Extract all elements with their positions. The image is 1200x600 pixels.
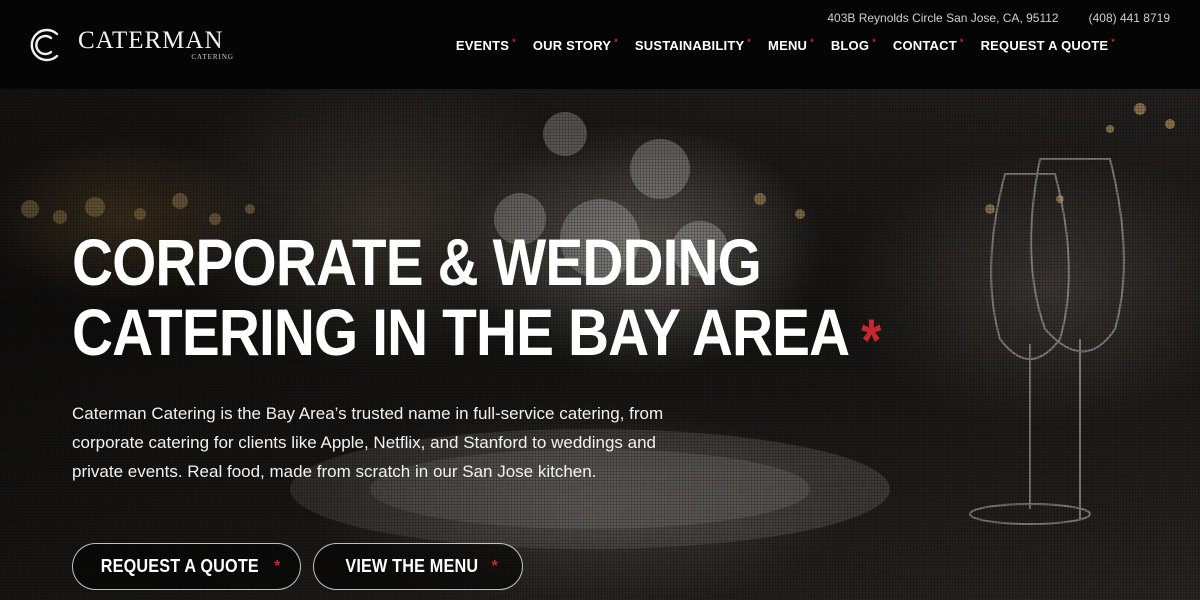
address-link[interactable]: 403B Reynolds Circle San Jose, CA, 95112 <box>827 11 1058 25</box>
brand-logo[interactable]: CATERMAN CATERING <box>29 25 238 65</box>
nav-item-events[interactable]: EVENTS * <box>455 37 516 54</box>
asterisk-marker: * <box>274 557 281 575</box>
hero-section: CORPORATE & WEDDING CATERING IN THE BAY … <box>0 89 1200 600</box>
asterisk-marker: * <box>959 37 964 47</box>
nav-item-menu[interactable]: MENU * <box>768 37 814 54</box>
brand-subtitle: CATERING <box>191 53 234 61</box>
asterisk-marker: * <box>810 37 814 47</box>
nav-item-label: REQUEST A QUOTE <box>980 38 1109 53</box>
button-label: VIEW THE MENU <box>345 556 479 576</box>
asterisk-marker: * <box>491 557 499 575</box>
brand-name: CATERMAN <box>78 27 224 54</box>
asterisk-marker: * <box>512 37 516 47</box>
view-menu-button[interactable]: VIEW THE MENU * <box>313 543 523 590</box>
nav-item-request-quote[interactable]: REQUEST A QUOTE * <box>980 37 1115 54</box>
site-header: CATERMAN CATERING 403B Reynolds Circle S… <box>0 0 1200 89</box>
button-label: REQUEST A QUOTE <box>101 556 260 576</box>
nav-item-label: OUR STORY <box>532 38 612 53</box>
nav-item-label: MENU <box>768 38 808 53</box>
asterisk-marker: * <box>614 37 618 47</box>
nav-item-label: SUSTAINABILITY <box>634 38 745 53</box>
contact-info: 403B Reynolds Circle San Jose, CA, 95112… <box>827 11 1170 25</box>
circle-c-logo-icon <box>30 28 59 62</box>
headline-line-2: CATERING IN THE BAY AREA * <box>72 295 932 374</box>
nav-item-label: BLOG <box>830 38 870 53</box>
request-quote-button[interactable]: REQUEST A QUOTE * <box>72 543 301 590</box>
nav-item-blog[interactable]: BLOG * <box>830 37 876 54</box>
headline-line-2-text: CATERING IN THE BAY AREA <box>72 295 850 369</box>
asterisk-marker: * <box>861 307 881 374</box>
nav-item-label: CONTACT <box>892 38 957 53</box>
asterisk-marker: * <box>1111 37 1115 47</box>
asterisk-marker: * <box>872 37 876 47</box>
main-nav: EVENTS * OUR STORY * SUSTAINABILITY * ME… <box>455 37 1115 54</box>
nav-item-contact[interactable]: CONTACT * <box>892 37 964 54</box>
nav-item-sustainability[interactable]: SUSTAINABILITY * <box>634 37 752 54</box>
headline-line-1: CORPORATE & WEDDING <box>72 225 762 299</box>
hero-headline: CORPORATE & WEDDING CATERING IN THE BAY … <box>72 225 932 374</box>
nav-item-label: EVENTS <box>455 38 510 53</box>
phone-link[interactable]: (408) 441 8719 <box>1089 11 1170 25</box>
hero-description: Caterman Catering is the Bay Area’s trus… <box>72 404 664 481</box>
logo-wordmark: CATERMAN CATERING <box>78 25 238 65</box>
asterisk-marker: * <box>747 37 752 47</box>
nav-item-our-story[interactable]: OUR STORY * <box>532 37 618 54</box>
